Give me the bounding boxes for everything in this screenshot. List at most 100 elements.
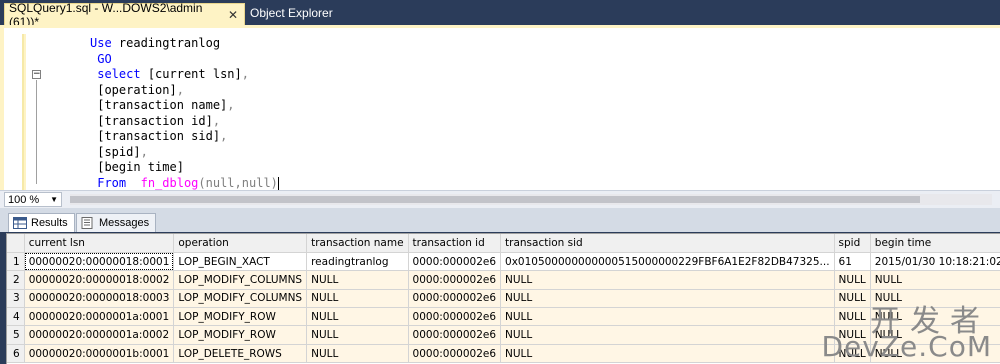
- collapse-icon[interactable]: −: [32, 70, 41, 79]
- grid-cell[interactable]: 2015/01/30 10:18:21:020: [870, 252, 1000, 272]
- scrollbar-thumb[interactable]: [70, 196, 920, 203]
- row-number[interactable]: 5: [7, 325, 25, 345]
- messages-icon: [81, 217, 93, 229]
- grid-cell[interactable]: 0x010500000000000515000000229FBF6A1E2F82…: [500, 252, 835, 272]
- grid-cell[interactable]: 0000:000002e6: [408, 252, 502, 272]
- column-header[interactable]: [7, 234, 25, 253]
- grid-cell[interactable]: NULL: [306, 344, 409, 364]
- tab-messages-label: Messages: [99, 217, 150, 229]
- column-header[interactable]: current lsn: [24, 234, 175, 253]
- tab-results[interactable]: Results: [8, 213, 75, 232]
- grid-cell[interactable]: NULL: [834, 270, 871, 290]
- grid-cell[interactable]: LOP_MODIFY_ROW: [173, 307, 308, 327]
- grid-cell[interactable]: 00000020:00000018:0002: [24, 270, 175, 290]
- grid-cell[interactable]: NULL: [500, 307, 835, 327]
- chevron-down-icon: ▼: [50, 195, 58, 204]
- code-token: [current lsn]: [140, 67, 242, 81]
- grid-cell[interactable]: 0000:000002e6: [408, 307, 502, 327]
- grid-cell[interactable]: 61: [834, 252, 871, 272]
- code-token: [transaction id]: [97, 113, 213, 128]
- column-header[interactable]: operation: [173, 234, 308, 253]
- tab-sqlquery1[interactable]: SQLQuery1.sql - W...DOWS2\admin (61))* ✕: [4, 1, 245, 29]
- code-token: [transaction name]: [97, 98, 228, 112]
- grid-cell[interactable]: 0000:000002e6: [408, 344, 502, 364]
- code-line[interactable]: [spid],: [90, 145, 279, 161]
- close-icon[interactable]: ✕: [228, 8, 238, 22]
- code-token: ,: [241, 67, 249, 81]
- row-number[interactable]: 4: [7, 307, 25, 327]
- tab-object-explorer[interactable]: Object Explorer: [250, 6, 333, 20]
- code-token: ,: [227, 98, 235, 112]
- grid-cell[interactable]: LOP_DELETE_ROWS: [173, 344, 308, 364]
- grid-cell[interactable]: NULL: [306, 307, 409, 327]
- grid-cell[interactable]: LOP_MODIFY_COLUMNS: [173, 270, 308, 290]
- watermark-en: DevZe.CoM: [821, 330, 992, 363]
- grid-cell[interactable]: LOP_MODIFY_ROW: [173, 325, 308, 345]
- code-line[interactable]: [operation],: [90, 83, 279, 99]
- row-number[interactable]: 6: [7, 344, 25, 364]
- code-text[interactable]: Use readingtranlog GO select [current ls…: [90, 36, 279, 191]
- code-line[interactable]: From fn_dblog(null,null): [90, 176, 279, 192]
- code-line[interactable]: [begin time]: [90, 160, 279, 176]
- code-line[interactable]: [transaction sid],: [90, 129, 279, 145]
- code-token: ,: [220, 129, 228, 143]
- grid-cell[interactable]: readingtranlog: [306, 252, 409, 272]
- code-line[interactable]: [transaction name],: [90, 98, 279, 114]
- grid-cell[interactable]: 0000:000002e6: [408, 289, 502, 309]
- zoom-select[interactable]: 100 % ▼: [4, 192, 62, 207]
- column-header[interactable]: transaction sid: [500, 234, 835, 253]
- column-header[interactable]: begin time: [870, 234, 1000, 253]
- code-line[interactable]: [transaction id],: [90, 114, 279, 130]
- query-editor[interactable]: − Use readingtranlog GO select [current …: [0, 28, 1000, 190]
- grid-cell[interactable]: 00000020:0000001b:0001: [24, 344, 175, 364]
- grid-cell[interactable]: NULL: [500, 344, 835, 364]
- editor-status-bar: 100 % ▼: [0, 190, 1000, 208]
- grid-cell[interactable]: NULL: [306, 289, 409, 309]
- change-margin: [22, 34, 26, 190]
- code-line[interactable]: GO: [90, 52, 279, 68]
- column-header[interactable]: transaction name: [306, 234, 409, 253]
- code-token: (: [198, 175, 206, 190]
- code-token: ): [270, 175, 278, 190]
- grid-cell[interactable]: 00000020:0000001a:0001: [24, 307, 175, 327]
- code-line[interactable]: Use readingtranlog: [90, 36, 279, 52]
- code-token: [operation]: [97, 82, 177, 97]
- horizontal-scrollbar[interactable]: [70, 194, 992, 205]
- code-token: null: [241, 175, 271, 190]
- document-tab-strip: SQLQuery1.sql - W...DOWS2\admin (61))* ✕…: [0, 0, 1000, 29]
- code-token: ,: [212, 113, 221, 128]
- table-row[interactable]: 2 00000020:00000018:0002 LOP_MODIFY_COLUMN…: [7, 270, 1000, 290]
- grid-cell[interactable]: LOP_MODIFY_COLUMNS: [173, 289, 308, 309]
- table-row[interactable]: 1 00000020:00000018:0001 LOP_BEGIN_XACT rea…: [7, 252, 1000, 272]
- text-caret: [277, 176, 279, 190]
- grid-header-row: current lsn operation transaction name t…: [7, 234, 1000, 253]
- zoom-value: 100 %: [8, 193, 40, 206]
- code-token: ,: [140, 144, 148, 159]
- grid-cell[interactable]: 00000020:00000018:0001: [24, 252, 175, 272]
- grid-cell[interactable]: 0000:000002e6: [408, 270, 502, 290]
- grid-cell[interactable]: 00000020:00000018:0003: [24, 289, 175, 309]
- code-token: [spid]: [97, 144, 141, 159]
- grid-cell[interactable]: LOP_BEGIN_XACT: [173, 252, 308, 272]
- grid-cell[interactable]: 0000:000002e6: [408, 325, 502, 345]
- grid-cell[interactable]: NULL: [500, 289, 835, 309]
- grid-cell[interactable]: NULL: [870, 270, 1000, 290]
- column-header[interactable]: spid: [834, 234, 871, 253]
- grid-cell[interactable]: NULL: [306, 325, 409, 345]
- grid-cell[interactable]: NULL: [500, 270, 835, 290]
- tab-messages[interactable]: Messages: [76, 213, 157, 232]
- grid-cell[interactable]: 00000020:0000001a:0002: [24, 325, 175, 345]
- code-token: select: [97, 67, 141, 81]
- column-header[interactable]: transaction id: [408, 234, 502, 253]
- code-token: ,: [176, 82, 184, 97]
- row-number[interactable]: 1: [7, 252, 25, 272]
- grid-cell[interactable]: NULL: [306, 270, 409, 290]
- code-token: From: [97, 175, 127, 190]
- row-number[interactable]: 2: [7, 270, 25, 290]
- grid-cell[interactable]: NULL: [500, 325, 835, 345]
- watermark-logo: 开发者 DevZe.CoM: [821, 296, 1000, 364]
- code-token: Use: [90, 36, 112, 50]
- code-line[interactable]: select [current lsn],: [90, 67, 279, 83]
- row-number[interactable]: 3: [7, 289, 25, 309]
